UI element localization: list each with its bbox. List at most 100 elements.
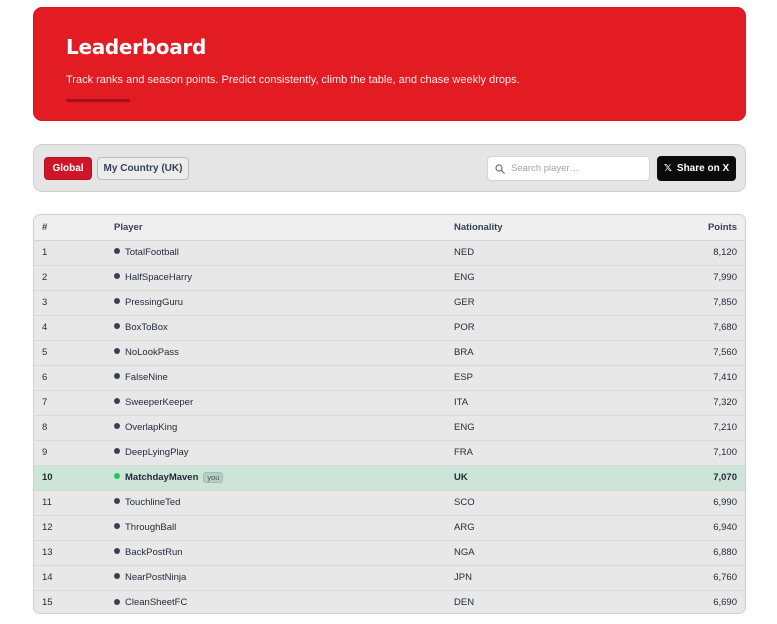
player-cell: HalfSpaceHarry <box>106 265 446 290</box>
player-name[interactable]: OverlapKing <box>125 422 177 433</box>
player-name[interactable]: BoxToBox <box>125 322 168 333</box>
search-icon <box>495 163 505 174</box>
points-cell: 7,850 <box>713 297 737 308</box>
rank-cell: 9 <box>42 447 48 458</box>
player-cell: BoxToBox <box>106 315 446 340</box>
table-row: 13 BackPostRun NGA 6,880 <box>34 540 745 565</box>
rank-cell: 6 <box>42 372 48 383</box>
rank-cell: 4 <box>42 322 48 333</box>
table-row: 3 PressingGuru GER 7,850 <box>34 290 745 315</box>
share-on-x-button[interactable]: 𝕏 Share on X <box>657 156 736 181</box>
points-cell: 7,210 <box>713 422 737 433</box>
rank-cell: 8 <box>42 422 48 433</box>
rank-cell: 2 <box>42 272 48 283</box>
table-row: 11 TouchlineTed SCO 6,990 <box>34 490 745 515</box>
table-row: 1 TotalFootball NED 8,120 <box>34 240 745 265</box>
search-box[interactable] <box>487 156 650 181</box>
tab-global[interactable]: Global <box>44 157 92 180</box>
player-cell: BackPostRun <box>106 540 446 565</box>
player-name[interactable]: ThroughBall <box>125 522 176 533</box>
table-row: 4 BoxToBox POR 7,680 <box>34 315 745 340</box>
status-dot-icon <box>114 423 120 430</box>
table-row: 2 HalfSpaceHarry ENG 7,990 <box>34 265 745 290</box>
nationality-cell: UK <box>454 472 468 483</box>
table-row: 15 CleanSheetFC DEN 6,690 <box>34 590 745 613</box>
player-name[interactable]: TotalFootball <box>125 247 179 258</box>
nationality-cell: GER <box>454 297 475 308</box>
player-cell: ThroughBall <box>106 515 446 540</box>
hero-banner: Leaderboard Track ranks and season point… <box>33 7 746 121</box>
nationality-cell: ARG <box>454 522 475 533</box>
nationality-cell: ESP <box>454 372 474 383</box>
nationality-cell: NED <box>454 247 475 258</box>
rank-cell: 13 <box>42 547 53 558</box>
rank-cell: 14 <box>42 572 53 583</box>
player-name[interactable]: DeepLyingPlay <box>125 447 189 458</box>
player-cell: TouchlineTed <box>106 490 446 515</box>
rank-cell: 7 <box>42 397 48 408</box>
rank-cell: 11 <box>42 497 52 508</box>
status-dot-icon <box>114 523 120 530</box>
player-name[interactable]: HalfSpaceHarry <box>125 272 192 283</box>
rank-cell: 5 <box>42 347 48 358</box>
nationality-cell: ENG <box>454 422 475 433</box>
rank-cell: 3 <box>42 297 48 308</box>
you-badge: you <box>203 471 224 483</box>
player-name[interactable]: NearPostNinja <box>125 572 186 583</box>
tab-my-country[interactable]: My Country (UK) <box>97 157 189 180</box>
page-title: Leaderboard <box>66 35 206 59</box>
share-label: Share on X <box>676 163 730 174</box>
nationality-cell: FRA <box>454 447 473 458</box>
status-dot-icon <box>114 323 120 330</box>
points-cell: 6,760 <box>713 572 737 583</box>
search-input[interactable] <box>511 163 641 174</box>
rank-cell: 10 <box>42 472 53 483</box>
player-name[interactable]: SweeperKeeper <box>125 397 193 408</box>
points-cell: 6,990 <box>713 497 737 508</box>
table-row: 6 FalseNine ESP 7,410 <box>34 365 745 390</box>
table-header-row: # Player Nationality Points <box>34 215 745 241</box>
points-cell: 8,120 <box>713 247 737 258</box>
rank-cell: 1 <box>42 247 48 258</box>
player-cell: NearPostNinja <box>106 565 446 590</box>
leaderboard-toolbar: Global My Country (UK) 𝕏 Share on X <box>33 144 746 192</box>
points-cell: 7,560 <box>713 347 737 358</box>
online-status-dot-icon <box>114 473 120 480</box>
player-cell: NoLookPass <box>106 340 446 365</box>
x-logo-icon: 𝕏 <box>663 163 672 174</box>
nationality-cell: JPN <box>454 572 472 583</box>
player-name[interactable]: FalseNine <box>125 372 168 383</box>
points-cell: 7,320 <box>713 397 737 408</box>
table-row: 7 SweeperKeeper ITA 7,320 <box>34 390 745 415</box>
status-dot-icon <box>114 348 120 355</box>
nationality-cell: ENG <box>454 272 475 283</box>
player-name[interactable]: PressingGuru <box>125 297 183 308</box>
status-dot-icon <box>114 248 120 255</box>
table-row: 5 NoLookPass BRA 7,560 <box>34 340 745 365</box>
player-name[interactable]: CleanSheetFC <box>125 597 187 608</box>
player-name[interactable]: BackPostRun <box>125 547 183 558</box>
status-dot-icon <box>114 273 120 280</box>
status-dot-icon <box>114 498 120 505</box>
header-points: Points <box>646 215 745 241</box>
status-dot-icon <box>114 373 120 380</box>
status-dot-icon <box>114 573 120 580</box>
nationality-cell: DEN <box>454 597 475 609</box>
player-cell: MatchdayMaven you <box>106 465 446 490</box>
player-name[interactable]: MatchdayMaven <box>125 472 198 483</box>
player-name[interactable]: NoLookPass <box>125 347 179 358</box>
table-row-current-user: 10 MatchdayMaven you UK 7,070 <box>34 465 745 490</box>
status-dot-icon <box>114 298 120 305</box>
player-cell: TotalFootball <box>106 240 446 265</box>
player-cell: SweeperKeeper <box>106 390 446 415</box>
table-row: 9 DeepLyingPlay FRA 7,100 <box>34 440 745 465</box>
header-rank: # <box>34 215 106 241</box>
table-row: 14 NearPostNinja JPN 6,760 <box>34 565 745 590</box>
title-underline <box>66 99 130 102</box>
points-cell: 7,100 <box>713 447 737 458</box>
nationality-cell: ITA <box>454 397 469 408</box>
status-dot-icon <box>114 598 120 605</box>
player-cell: PressingGuru <box>106 290 446 315</box>
player-name[interactable]: TouchlineTed <box>125 497 180 508</box>
header-player: Player <box>106 215 446 241</box>
